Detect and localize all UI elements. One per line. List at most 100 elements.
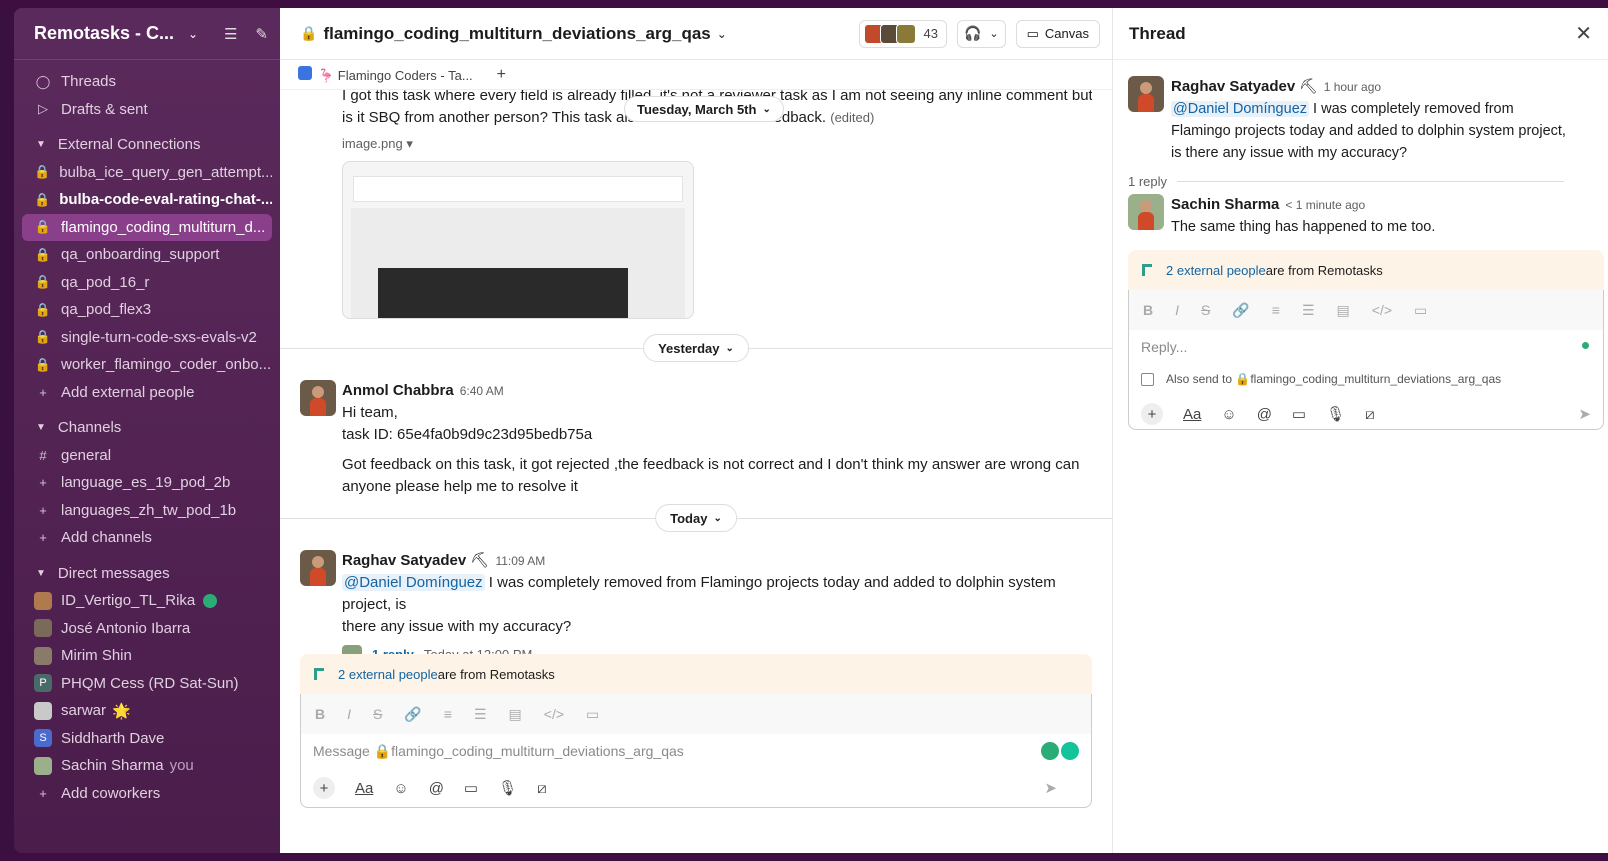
blockquote-icon[interactable]: ▤ — [509, 706, 522, 723]
image-preview[interactable] — [342, 161, 694, 319]
blockquote-icon[interactable]: ▤ — [1337, 302, 1350, 319]
dm-item[interactable]: Sachin Sharma you — [14, 752, 272, 780]
add-channels[interactable]: + Add channels — [14, 524, 272, 552]
sidebar-item-drafts[interactable]: ▷ Drafts & sent — [14, 96, 272, 124]
channel-item[interactable]: + language_es_19_pod_2b — [14, 469, 272, 497]
message-author[interactable]: Raghav Satyadev — [342, 552, 466, 569]
grammarly-icon[interactable] — [1041, 742, 1079, 760]
ordered-list-icon[interactable]: ≡ — [1272, 302, 1280, 318]
also-send-checkbox[interactable] — [1141, 372, 1154, 386]
dm-item[interactable]: Mirim Shin — [14, 642, 272, 670]
section-direct-messages[interactable]: ▼ Direct messages — [14, 560, 280, 588]
channel-item[interactable]: + languages_zh_tw_pod_1b — [14, 497, 272, 525]
user-mention[interactable]: @Daniel Domínguez — [1171, 101, 1310, 117]
channel-item-active[interactable]: 🔒 flamingo_coding_multiturn_d... — [22, 213, 272, 241]
formatting-icon[interactable]: Aa — [1183, 406, 1201, 423]
reply-input[interactable]: Reply... — [1129, 330, 1603, 364]
compose-icon[interactable]: ✎ — [255, 25, 268, 43]
code-block-icon[interactable]: ▭ — [586, 706, 599, 723]
tab-canvas[interactable]: 🦩 Flamingo Coders - Ta... — [298, 65, 473, 84]
link-icon[interactable]: 🔗 — [1232, 302, 1249, 319]
add-coworkers[interactable]: + Add coworkers — [14, 780, 272, 808]
dm-item[interactable]: S Siddharth Dave — [14, 725, 272, 753]
slash-command-icon[interactable]: ⧄ — [537, 780, 547, 797]
dm-item[interactable]: ID_Vertigo_TL_Rika — [14, 587, 272, 615]
plus-icon[interactable]: + — [1141, 403, 1163, 425]
message-input[interactable]: Message 🔒flamingo_coding_multiturn_devia… — [301, 734, 1091, 768]
video-icon[interactable]: ▭ — [464, 779, 478, 797]
user-mention[interactable]: @Daniel Domínguez — [342, 574, 485, 591]
chevron-down-icon[interactable]: ⌄ — [989, 27, 998, 40]
formatting-icon[interactable]: Aa — [355, 780, 373, 797]
send-icon[interactable]: ➤ — [1044, 779, 1057, 797]
add-external-people[interactable]: + Add external people — [14, 379, 272, 407]
mention-icon[interactable]: @ — [1257, 406, 1272, 423]
huddle-button[interactable]: 🎧 ⌄ — [956, 19, 1006, 48]
avatar[interactable] — [1128, 76, 1164, 112]
avatar[interactable] — [300, 550, 336, 586]
chevron-down-icon[interactable]: ⌄ — [717, 27, 727, 41]
bold-icon[interactable]: B — [1143, 302, 1153, 318]
channel-item[interactable]: 🔒 qa_onboarding_support — [14, 241, 272, 269]
code-icon[interactable]: </> — [1372, 302, 1392, 318]
message-time[interactable]: 1 hour ago — [1324, 80, 1381, 94]
external-people-link[interactable]: 2 external people — [338, 667, 438, 682]
date-pill[interactable]: Today ⌄ — [655, 504, 737, 532]
mention-icon[interactable]: @ — [429, 780, 444, 797]
video-icon[interactable]: ▭ — [1292, 405, 1306, 423]
section-external-connections[interactable]: ▼ External Connections — [14, 131, 280, 159]
sticky-date-pill[interactable]: Tuesday, March 5th ⌄ — [624, 96, 784, 122]
italic-icon[interactable]: I — [347, 706, 351, 722]
plus-icon[interactable]: + — [313, 777, 335, 799]
message-time[interactable]: 6:40 AM — [460, 384, 504, 398]
bullet-list-icon[interactable]: ☰ — [474, 706, 487, 723]
channel-item[interactable]: 🔒 qa_pod_16_r — [14, 269, 272, 297]
sidebar-item-threads[interactable]: ◯ Threads — [14, 68, 272, 96]
microphone-icon[interactable]: 🎙 — [498, 779, 517, 797]
close-icon[interactable]: ✕ — [1575, 21, 1592, 46]
message-author[interactable]: Sachin Sharma — [1171, 196, 1279, 213]
message-author[interactable]: Anmol Chabbra — [342, 382, 454, 399]
dm-item[interactable]: José Antonio Ibarra — [14, 615, 272, 643]
emoji-icon[interactable]: ☺ — [1221, 406, 1236, 423]
workspace-name[interactable]: Remotasks - C... — [34, 23, 174, 44]
channel-item[interactable]: 🔒 bulba_ice_query_gen_attempt... — [14, 159, 272, 187]
also-send-option[interactable]: Also send to 🔒flamingo_coding_multiturn_… — [1129, 364, 1603, 394]
members-button[interactable]: 43 — [858, 19, 947, 48]
channel-item[interactable]: 🔒 bulba-code-eval-rating-chat-... — [14, 186, 272, 214]
dm-item[interactable]: P PHQM Cess (RD Sat-Sun) — [14, 670, 272, 698]
code-block-icon[interactable]: ▭ — [1414, 302, 1427, 319]
message-time[interactable]: 11:09 AM — [495, 554, 545, 568]
channel-item[interactable]: # general — [14, 442, 272, 470]
avatar[interactable] — [300, 380, 336, 416]
emoji-icon[interactable]: ☺ — [393, 780, 408, 797]
section-channels[interactable]: ▼ Channels — [14, 414, 280, 442]
message-author[interactable]: Raghav Satyadev — [1171, 78, 1295, 95]
message-time[interactable]: < 1 minute ago — [1285, 198, 1365, 212]
canvas-button[interactable]: ▭ Canvas — [1015, 19, 1100, 48]
filter-icon[interactable]: ☰ — [224, 25, 237, 43]
strikethrough-icon[interactable]: S — [373, 706, 382, 722]
strikethrough-icon[interactable]: S — [1201, 302, 1210, 318]
bold-icon[interactable]: B — [315, 706, 325, 722]
external-people-link[interactable]: 2 external people — [1166, 263, 1266, 278]
date-pill[interactable]: Yesterday ⌄ — [643, 334, 749, 362]
slash-command-icon[interactable]: ⧄ — [1365, 406, 1375, 423]
link-icon[interactable]: 🔗 — [404, 706, 421, 723]
channel-item[interactable]: 🔒 single-turn-code-sxs-evals-v2 — [14, 324, 272, 352]
channel-item[interactable]: 🔒 worker_flamingo_coder_onbo... — [14, 351, 272, 379]
channel-title[interactable]: flamingo_coding_multiturn_deviations_arg… — [323, 24, 710, 44]
italic-icon[interactable]: I — [1175, 302, 1179, 318]
dm-item[interactable]: sarwar 🌟 — [14, 697, 272, 725]
caret-down-icon[interactable]: ▾ — [406, 136, 413, 151]
image-filename[interactable]: image.png ▾ — [342, 133, 1092, 155]
code-icon[interactable]: </> — [544, 706, 564, 722]
add-tab-button[interactable]: + — [497, 66, 506, 84]
chevron-down-icon[interactable]: ⌄ — [188, 27, 198, 41]
bullet-list-icon[interactable]: ☰ — [1302, 302, 1315, 319]
channel-item[interactable]: 🔒 qa_pod_flex3 — [14, 296, 272, 324]
send-icon[interactable]: ➤ — [1578, 405, 1591, 423]
avatar[interactable] — [1128, 194, 1164, 230]
microphone-icon[interactable]: 🎙 — [1326, 405, 1345, 423]
ordered-list-icon[interactable]: ≡ — [444, 706, 452, 722]
